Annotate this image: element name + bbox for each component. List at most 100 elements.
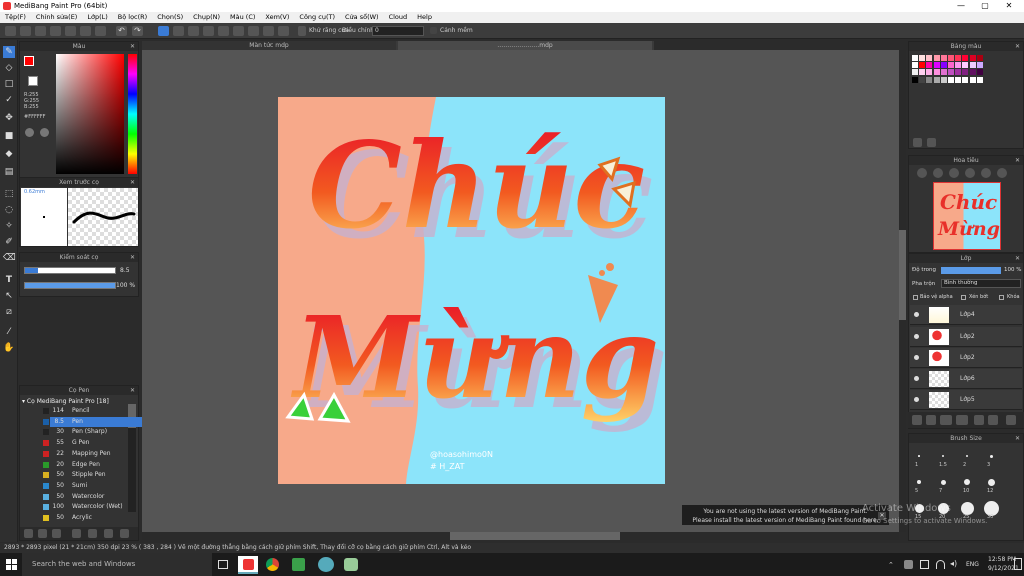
foreground-color-swatch[interactable] xyxy=(24,56,34,66)
palette-swatch[interactable] xyxy=(948,62,954,69)
brush-size-dot[interactable] xyxy=(917,480,921,484)
edit-icon[interactable] xyxy=(104,529,113,538)
dot-tool-icon[interactable]: □ xyxy=(3,78,15,90)
palette-swatch[interactable] xyxy=(919,76,926,83)
palette-swatch[interactable] xyxy=(955,62,962,69)
layer-settings-icon[interactable] xyxy=(988,415,998,425)
close-icon[interactable]: ✕ xyxy=(1015,156,1020,165)
hand-tool-icon[interactable]: ✋ xyxy=(3,342,15,354)
operation-tool-icon[interactable]: ↖ xyxy=(3,290,15,302)
wifi-icon[interactable] xyxy=(936,560,945,569)
menu-help[interactable]: Help xyxy=(412,12,437,23)
palette-swatch[interactable] xyxy=(912,69,918,76)
palette-swatch[interactable] xyxy=(919,69,926,76)
brush-item[interactable]: 50 Watercolor xyxy=(43,492,146,502)
cloud-icon[interactable] xyxy=(5,26,16,36)
brush-item[interactable]: 30 Pen (Sharp) xyxy=(43,427,146,437)
menu-snap[interactable]: Chụp(N) xyxy=(188,12,225,23)
palette-swatch[interactable] xyxy=(948,76,954,83)
add-brush-icon[interactable] xyxy=(38,529,47,538)
maximize-button[interactable]: ▢ xyxy=(974,0,996,12)
brush-size-dot[interactable] xyxy=(942,455,944,457)
palette-swatch[interactable] xyxy=(962,55,969,61)
perspective-icon[interactable] xyxy=(218,26,229,36)
tab-2[interactable]: …………………mdp xyxy=(398,41,652,50)
divide-tool-icon[interactable]: ⧄ xyxy=(3,306,15,318)
snap-icon[interactable] xyxy=(188,26,199,36)
antialias-checkbox[interactable] xyxy=(298,26,306,36)
grid-icon[interactable] xyxy=(173,26,184,36)
notifications-icon[interactable] xyxy=(1014,558,1022,570)
palette-swatch[interactable] xyxy=(976,55,983,61)
minimize-button[interactable]: — xyxy=(950,0,972,12)
fit-icon[interactable] xyxy=(949,168,959,178)
menu-color[interactable]: Màu (C) xyxy=(225,12,260,23)
brush-item[interactable]: 22 Mapping Pen xyxy=(43,449,146,459)
brush-item[interactable]: 55 G Pen xyxy=(43,438,146,448)
new-layer-icon[interactable] xyxy=(912,415,922,425)
layer-row[interactable]: Lớp5 xyxy=(910,390,1022,410)
chat-icon[interactable] xyxy=(35,26,46,36)
tray-app-icon[interactable] xyxy=(904,560,913,569)
menu-cloud[interactable]: Cloud xyxy=(384,12,413,23)
lasso-tool-icon[interactable]: ◌ xyxy=(3,204,15,216)
vertical-scrollbar[interactable] xyxy=(899,50,906,532)
open-icon[interactable] xyxy=(65,26,76,36)
brush-size-dot[interactable] xyxy=(960,501,974,515)
palette-swatch[interactable] xyxy=(926,55,933,61)
palette-swatch[interactable] xyxy=(976,62,983,69)
visibility-eye-icon[interactable] xyxy=(914,376,919,381)
select-eraser-icon[interactable]: ⌫ xyxy=(3,252,16,264)
visibility-eye-icon[interactable] xyxy=(914,334,919,339)
ruler-icon[interactable] xyxy=(203,26,214,36)
brush-item[interactable]: 50 Stipple Pen xyxy=(43,470,146,480)
brush-size-dot[interactable] xyxy=(987,478,995,486)
add-swatch-icon[interactable] xyxy=(913,138,922,147)
settings-icon[interactable] xyxy=(52,529,61,538)
close-icon[interactable]: ✕ xyxy=(130,178,135,187)
menu-file[interactable]: Tệp(F) xyxy=(0,12,31,23)
trash-icon[interactable] xyxy=(120,529,129,538)
sheets-icon[interactable] xyxy=(292,558,305,571)
palette-swatch[interactable] xyxy=(940,76,947,83)
brush-size-dot[interactable] xyxy=(989,454,993,458)
tab-1[interactable]: Màn tức mdp xyxy=(142,41,396,50)
chevron-up-icon[interactable]: ⌃ xyxy=(888,561,894,569)
adjust-select[interactable]: 0 xyxy=(372,26,424,36)
palette-swatch[interactable] xyxy=(948,55,954,61)
palette-swatch[interactable] xyxy=(933,76,940,83)
upload-icon[interactable] xyxy=(24,529,33,538)
brush-opacity-slider[interactable] xyxy=(24,282,116,289)
fill-rect-tool-icon[interactable]: ■ xyxy=(3,130,15,142)
select-pen-icon[interactable]: ✐ xyxy=(3,236,15,248)
eyedropper-icon[interactable]: ⁄ xyxy=(3,326,15,338)
bucket-tool-icon[interactable]: ◆ xyxy=(3,148,15,160)
volume-icon[interactable]: ◂) xyxy=(950,559,957,568)
battery-icon[interactable] xyxy=(920,560,929,569)
menu-select[interactable]: Chọn(S) xyxy=(152,12,188,23)
medibang-taskbar-icon[interactable] xyxy=(238,556,258,574)
rotate-right-icon[interactable] xyxy=(997,168,1007,178)
close-icon[interactable]: ✕ xyxy=(130,253,135,262)
snap-checkbox[interactable] xyxy=(430,27,437,34)
check-tool-icon[interactable]: ✓ xyxy=(3,94,15,106)
layer-row[interactable]: Lớp2 xyxy=(910,348,1022,368)
layer-opacity-slider[interactable] xyxy=(941,267,1001,274)
palette-swatch[interactable] xyxy=(969,69,976,76)
clipping-checkbox[interactable] xyxy=(961,295,966,300)
chrome-icon[interactable] xyxy=(266,558,279,571)
palette-icon[interactable] xyxy=(25,128,34,137)
trash-icon[interactable] xyxy=(927,138,936,147)
update-notification[interactable]: You are not using the latest version of … xyxy=(681,504,890,526)
palette-swatch[interactable] xyxy=(955,55,962,61)
new-halftone-layer-icon[interactable] xyxy=(926,415,936,425)
palette-swatch[interactable] xyxy=(933,55,940,61)
brush-size-dot[interactable] xyxy=(965,454,969,458)
palette-swatch[interactable] xyxy=(976,76,983,83)
palette-swatch[interactable] xyxy=(955,76,962,83)
palette-swatch[interactable] xyxy=(969,55,976,61)
lock-checkbox[interactable] xyxy=(999,295,1004,300)
palette-swatch[interactable] xyxy=(919,55,926,61)
zoom-in-icon[interactable] xyxy=(917,168,927,178)
zoom-out-icon[interactable] xyxy=(933,168,943,178)
